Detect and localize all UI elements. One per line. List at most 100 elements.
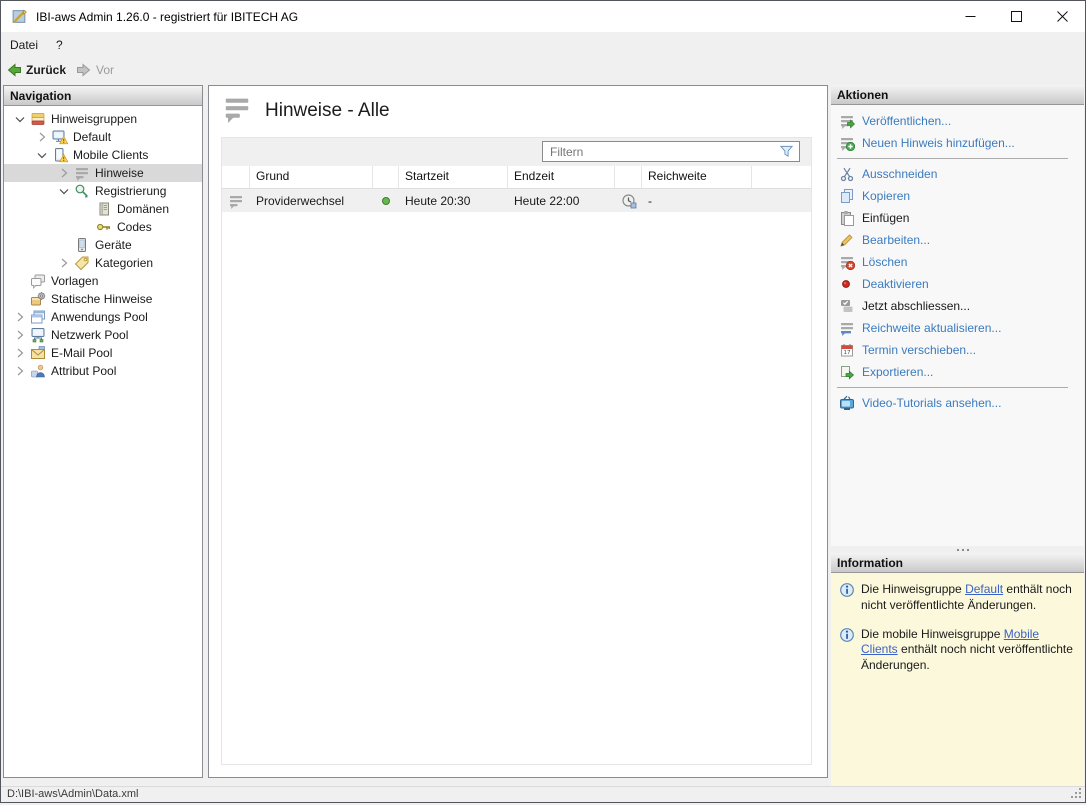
- chevron-down-icon[interactable]: [34, 147, 52, 163]
- action-termin-verschieben[interactable]: 17 Termin verschieben...: [831, 339, 1084, 361]
- copy-icon: [839, 188, 855, 204]
- actions-header: Aktionen: [831, 85, 1084, 105]
- chevron-down-icon[interactable]: [56, 183, 74, 199]
- window-title: IBI-aws Admin 1.26.0 - registriert für I…: [36, 10, 298, 24]
- nav-item-domaenen[interactable]: Domänen: [4, 200, 202, 218]
- back-arrow-icon: [6, 62, 22, 78]
- nav-item-hinweisgruppen[interactable]: Hinweisgruppen: [4, 110, 202, 128]
- notice-groups-icon: [30, 111, 46, 127]
- nav-item-label: Codes: [112, 220, 152, 234]
- expander-placeholder: [56, 237, 74, 253]
- nav-item-hinweise[interactable]: Hinweise: [4, 164, 202, 182]
- nav-item-label: Hinweise: [90, 166, 144, 180]
- column-filler: [752, 166, 811, 188]
- actions-separator: [837, 158, 1068, 159]
- filter-funnel-icon[interactable]: [779, 144, 794, 159]
- info-link-default[interactable]: Default: [965, 582, 1003, 596]
- nav-item-email-pool[interactable]: E-Mail Pool: [4, 344, 202, 362]
- action-label: Exportieren...: [862, 365, 933, 379]
- panel-splitter[interactable]: [831, 546, 1084, 553]
- app-window: IBI-aws Admin 1.26.0 - registriert für I…: [0, 0, 1086, 803]
- chevron-right-icon[interactable]: [12, 363, 30, 379]
- action-kopieren[interactable]: Kopieren: [831, 185, 1084, 207]
- drag-handle-icon: [957, 549, 959, 551]
- nav-item-registrierung[interactable]: Registrierung: [4, 182, 202, 200]
- data-file-path: D:\IBI-aws\Admin\Data.xml: [7, 788, 138, 800]
- app-icon[interactable]: [11, 8, 28, 25]
- chevron-down-icon[interactable]: [12, 111, 30, 127]
- nav-item-vorlagen[interactable]: Vorlagen: [4, 272, 202, 290]
- nav-item-netzwerk-pool[interactable]: Netzwerk Pool: [4, 326, 202, 344]
- cut-icon: [839, 166, 855, 182]
- action-veroeffentlichen[interactable]: Veröffentlichen...: [831, 110, 1084, 132]
- nav-item-codes[interactable]: Codes: [4, 218, 202, 236]
- reach-pending-icon: [621, 193, 637, 209]
- expander-placeholder: [78, 219, 96, 235]
- column-reach-icon[interactable]: [615, 166, 642, 188]
- expander-placeholder: [12, 291, 30, 307]
- tv-icon: [839, 395, 855, 411]
- menu-datei[interactable]: Datei: [1, 35, 47, 55]
- nav-item-label: Anwendungs Pool: [46, 310, 148, 324]
- nav-item-label: Vorlagen: [46, 274, 98, 288]
- column-grund[interactable]: Grund: [250, 166, 373, 188]
- navigation-panel: Navigation Hinweisgruppen Default Mobile…: [3, 85, 203, 778]
- maximize-button[interactable]: [993, 1, 1039, 32]
- minimize-button[interactable]: [947, 1, 993, 32]
- nav-item-statische-hinweise[interactable]: Statische Hinweise: [4, 290, 202, 308]
- nav-item-label: Kategorien: [90, 256, 153, 270]
- nav-item-label: Statische Hinweise: [46, 292, 152, 306]
- title-bar: IBI-aws Admin 1.26.0 - registriert für I…: [1, 1, 1085, 32]
- chevron-right-icon[interactable]: [12, 309, 30, 325]
- action-ausschneiden[interactable]: Ausschneiden: [831, 163, 1084, 185]
- tool-bar: Zurück Vor: [1, 57, 1085, 83]
- key-icon: [96, 219, 112, 235]
- column-startzeit[interactable]: Startzeit: [399, 166, 508, 188]
- nav-item-default[interactable]: Default: [4, 128, 202, 146]
- action-neuen-hinweis-hinzufuegen[interactable]: Neuen Hinweis hinzufügen...: [831, 132, 1084, 154]
- action-deaktivieren[interactable]: Deaktivieren: [831, 273, 1084, 295]
- table-row[interactable]: Providerwechsel Heute 20:30 Heute 22:00 …: [222, 189, 811, 212]
- chevron-right-icon[interactable]: [12, 345, 30, 361]
- column-reichweite[interactable]: Reichweite: [642, 166, 752, 188]
- nav-item-attribut-pool[interactable]: Attribut Pool: [4, 362, 202, 380]
- action-loeschen[interactable]: Löschen: [831, 251, 1084, 273]
- forward-button[interactable]: Vor: [71, 60, 119, 80]
- status-bar: D:\IBI-aws\Admin\Data.xml: [1, 786, 1085, 802]
- nav-item-kategorien[interactable]: Kategorien: [4, 254, 202, 272]
- column-icon[interactable]: [222, 166, 250, 188]
- forward-arrow-icon: [76, 62, 92, 78]
- row-startzeit: Heute 20:30: [399, 194, 508, 208]
- resize-grip[interactable]: [1070, 787, 1083, 800]
- action-video-tutorials[interactable]: Video-Tutorials ansehen...: [831, 392, 1084, 414]
- chevron-right-icon[interactable]: [56, 255, 74, 271]
- nav-item-label: Geräte: [90, 238, 132, 252]
- action-jetzt-abschliessen[interactable]: Jetzt abschliessen...: [831, 295, 1084, 317]
- chevron-right-icon[interactable]: [56, 165, 74, 181]
- action-label: Bearbeiten...: [862, 233, 930, 247]
- chevron-right-icon[interactable]: [34, 129, 52, 145]
- nav-item-mobile-clients[interactable]: Mobile Clients: [4, 146, 202, 164]
- action-einfuegen[interactable]: Einfügen: [831, 207, 1084, 229]
- expander-placeholder: [78, 201, 96, 217]
- add-notice-icon: [839, 135, 855, 151]
- action-reichweite-aktualisieren[interactable]: Reichweite aktualisieren...: [831, 317, 1084, 339]
- menu-help[interactable]: ?: [47, 35, 72, 55]
- action-label: Jetzt abschliessen...: [862, 299, 970, 313]
- nav-item-geraete[interactable]: Geräte: [4, 236, 202, 254]
- close-button[interactable]: [1039, 1, 1085, 32]
- chevron-right-icon[interactable]: [12, 327, 30, 343]
- column-status[interactable]: [373, 166, 399, 188]
- notices-title-icon: [222, 93, 252, 128]
- calendar-icon: 17: [839, 342, 855, 358]
- nav-item-anwendungs-pool[interactable]: Anwendungs Pool: [4, 308, 202, 326]
- back-button[interactable]: Zurück: [1, 60, 71, 80]
- window-controls: [947, 1, 1085, 32]
- action-bearbeiten[interactable]: Bearbeiten...: [831, 229, 1084, 251]
- column-endzeit[interactable]: Endzeit: [508, 166, 615, 188]
- monitor-warning-icon: [52, 129, 68, 145]
- svg-text:17: 17: [844, 350, 851, 356]
- email-pool-icon: [30, 345, 46, 361]
- action-exportieren[interactable]: Exportieren...: [831, 361, 1084, 383]
- filter-input[interactable]: [543, 142, 799, 161]
